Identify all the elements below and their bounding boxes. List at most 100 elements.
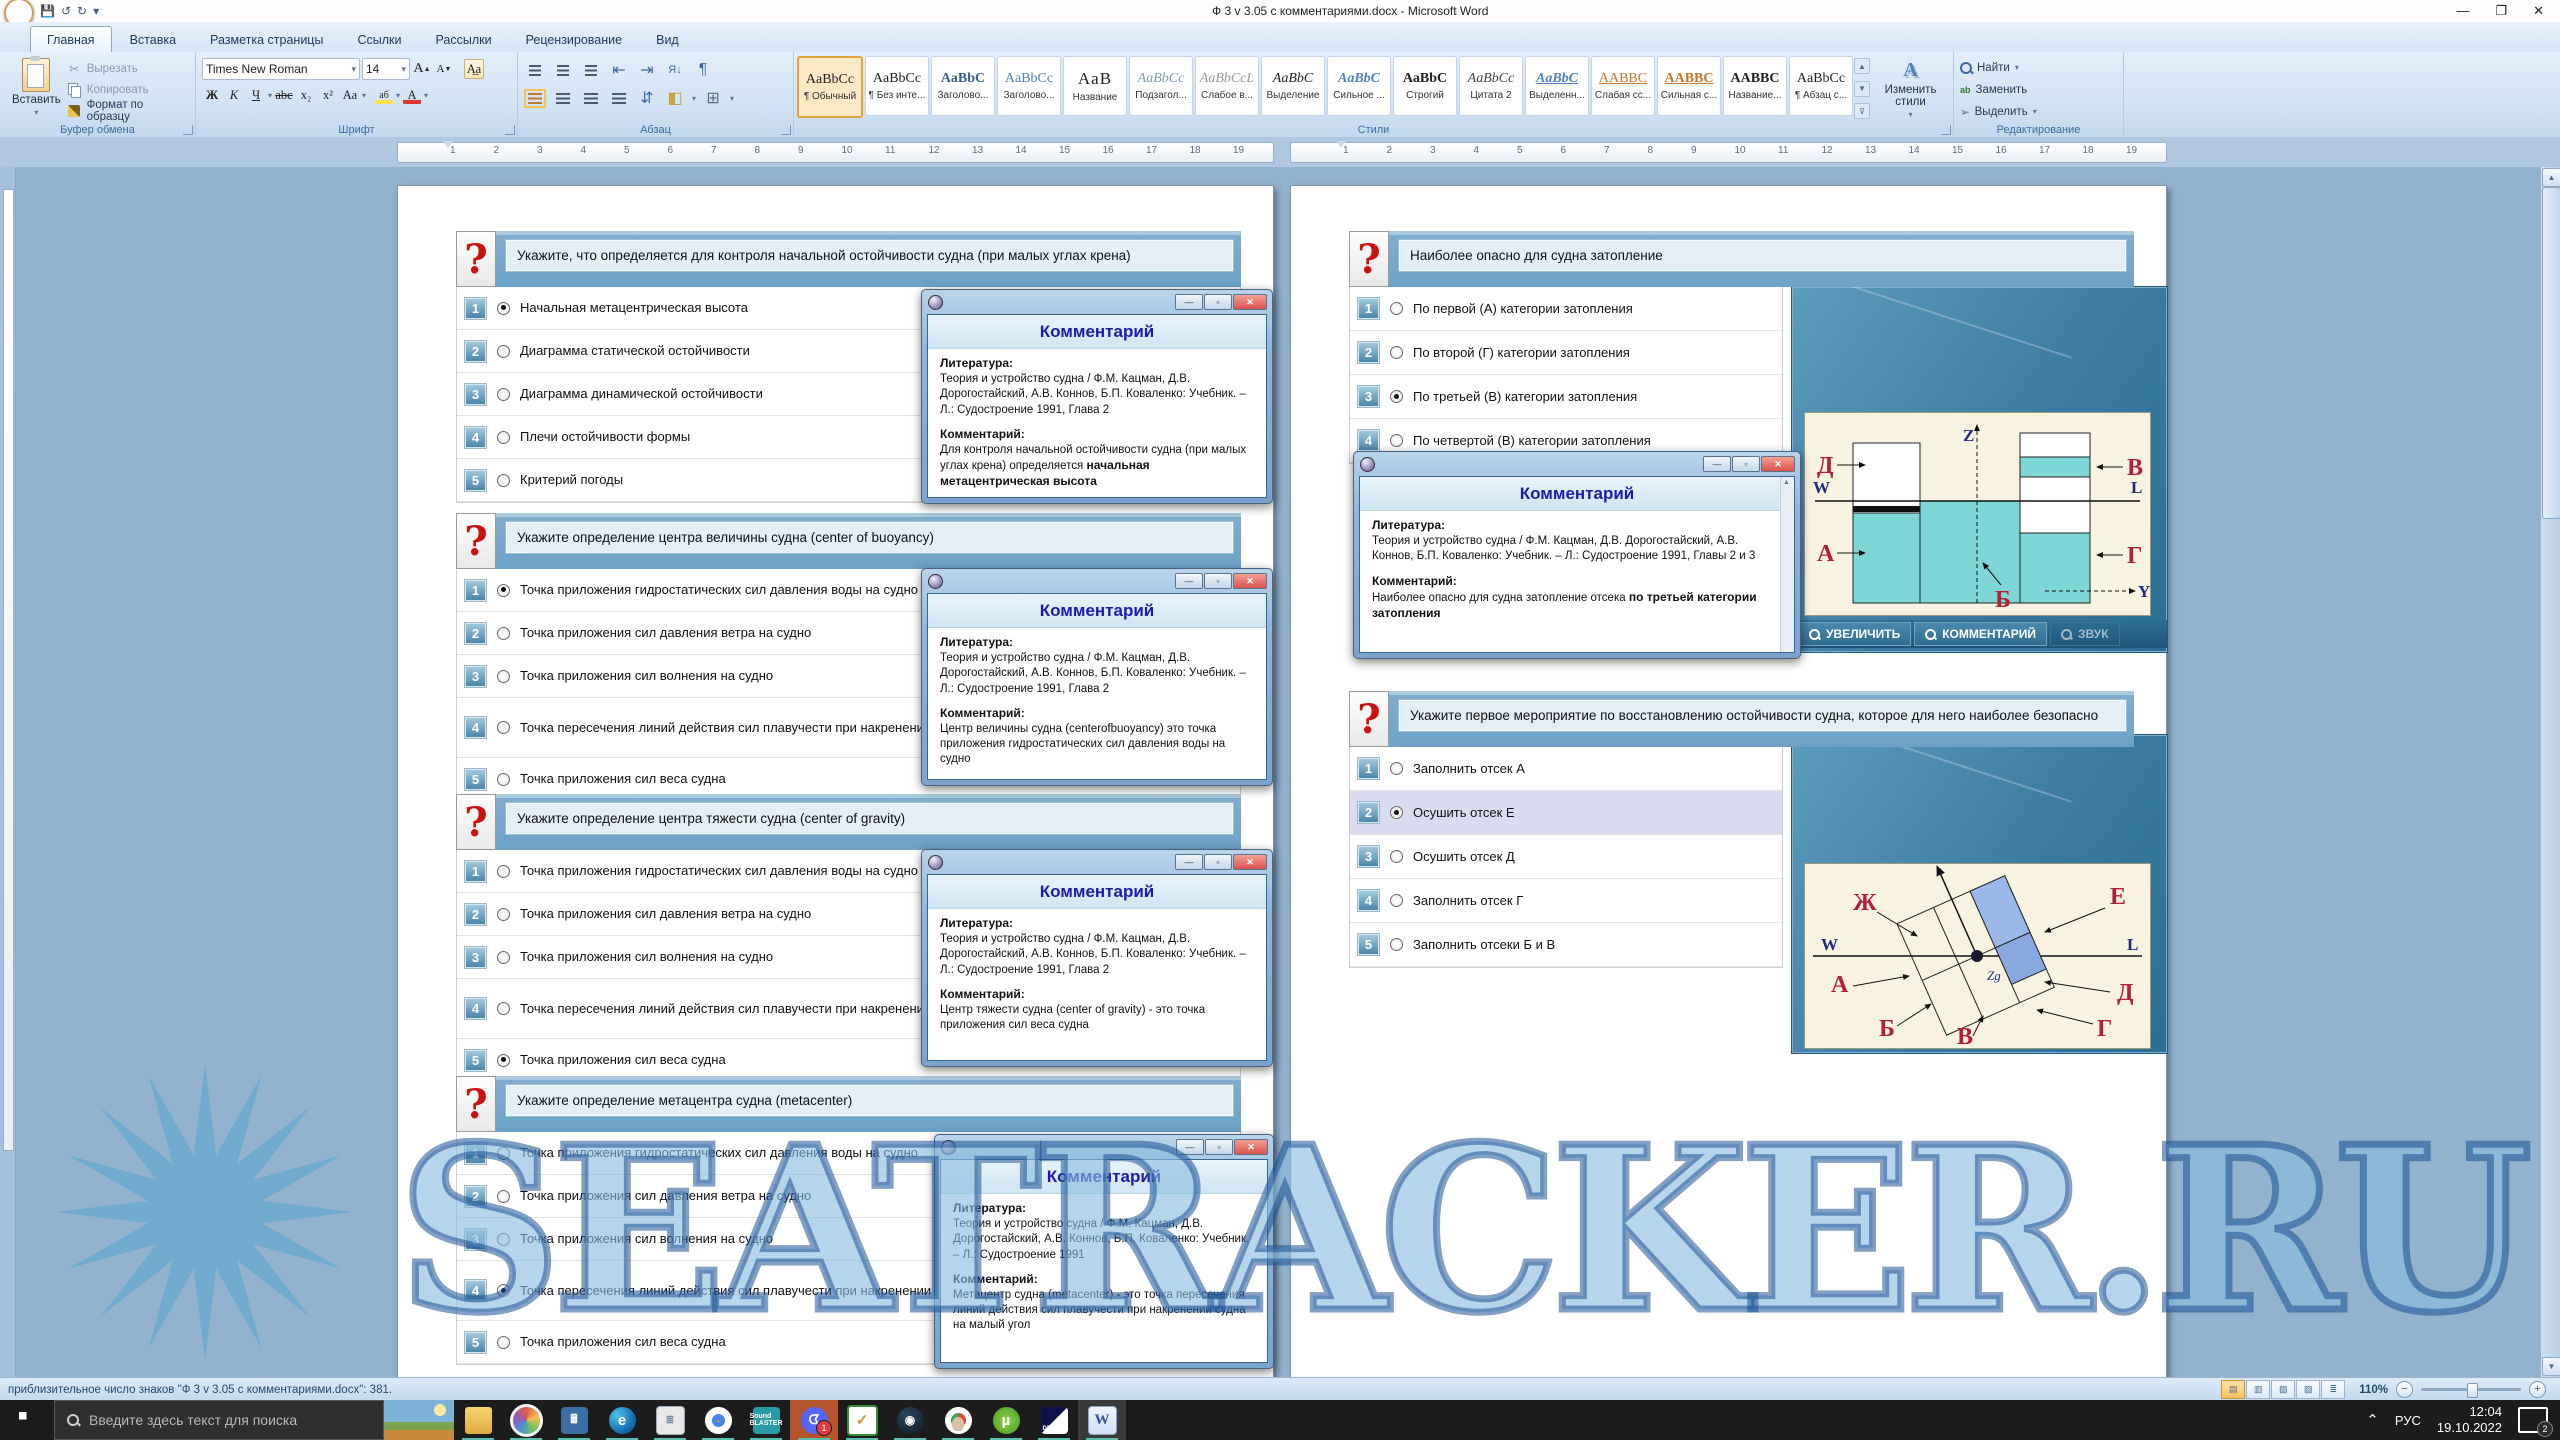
taskbar-icon-discord[interactable]: ᗧ1	[790, 1400, 838, 1440]
select-button[interactable]: ➢Выделить▾	[1960, 102, 2117, 121]
styles-gallery-scroll[interactable]: ▲▼⊽	[1854, 54, 1870, 123]
radio-unselected[interactable]	[497, 474, 510, 487]
tab-главная[interactable]: Главная	[30, 26, 112, 52]
zoom-level[interactable]: 110%	[2359, 1384, 2388, 1396]
comment-close-button[interactable]: ✕	[1233, 294, 1267, 310]
comment-window[interactable]: —▫✕КомментарийЛитература:Теория и устрой…	[1353, 451, 1801, 659]
zoom-slider[interactable]	[2421, 1388, 2521, 1391]
style-item[interactable]: AaBbCСтрогий	[1393, 56, 1457, 116]
styles-dialog-launcher[interactable]	[1941, 125, 1951, 135]
font-size-combo[interactable]: 14▾	[362, 58, 410, 80]
radio-selected[interactable]	[1390, 390, 1403, 403]
comment-close-button[interactable]: ✕	[1761, 456, 1795, 472]
redo-icon[interactable]: ↻	[77, 3, 87, 19]
style-item[interactable]: AaBbCcПодзагол...	[1129, 56, 1193, 116]
sort-button[interactable]: Я↓	[664, 60, 686, 80]
format-painter-button[interactable]: Формат по образцу	[67, 101, 189, 121]
italic-button[interactable]: К	[224, 85, 244, 105]
underline-button[interactable]: Ч	[246, 85, 266, 105]
fullscreen-view-button[interactable]: ▥	[2246, 1380, 2270, 1399]
style-item[interactable]: AaBbCЗаголово...	[931, 56, 995, 116]
radio-unselected[interactable]	[497, 865, 510, 878]
indent-marker[interactable]	[443, 141, 453, 148]
align-right-button[interactable]	[580, 88, 602, 108]
style-item[interactable]: AaBbCcЗаголово...	[997, 56, 1061, 116]
tab-вставка[interactable]: Вставка	[114, 27, 192, 52]
taskbar-icon-utorrent[interactable]: µ	[982, 1400, 1030, 1440]
paste-button[interactable]: Вставить▾	[6, 56, 67, 123]
comment-maximize-button[interactable]: ▫	[1732, 456, 1760, 472]
font-dialog-launcher[interactable]	[505, 125, 515, 135]
comment-window[interactable]: —▫✕КомментарийЛитература:Теория и устрой…	[921, 568, 1273, 786]
font-name-combo[interactable]: Times New Roman▾	[202, 58, 360, 80]
tray-chevron-icon[interactable]: ⌃	[2366, 1411, 2379, 1429]
comment-maximize-button[interactable]: ▫	[1204, 573, 1232, 589]
show-marks-button[interactable]: ¶	[692, 60, 714, 80]
comment-minimize-button[interactable]: —	[1703, 456, 1731, 472]
shading-button[interactable]: ◧	[664, 88, 686, 108]
bullets-button[interactable]	[524, 60, 546, 80]
multilevel-list-button[interactable]	[580, 60, 602, 80]
notification-center-icon[interactable]: 2	[2518, 1407, 2548, 1433]
vertical-ruler[interactable]	[0, 167, 16, 1377]
answer-option[interactable]: 2По второй (Г) категории затопления	[1350, 331, 1782, 375]
scrollbar-thumb[interactable]	[2542, 187, 2560, 519]
style-item[interactable]: AaBbCc¶ Абзац с...	[1789, 56, 1853, 116]
style-item[interactable]: AaBbCВыделение	[1261, 56, 1325, 116]
minimize-button[interactable]: —	[2456, 3, 2469, 19]
radio-unselected[interactable]	[497, 773, 510, 786]
zoom-out-button[interactable]: −	[2396, 1381, 2413, 1398]
save-icon[interactable]: 💾	[40, 3, 55, 19]
taskbar-icon-ticktick[interactable]: ✓	[838, 1400, 886, 1440]
comment-scrollbar[interactable]	[1780, 477, 1794, 652]
align-center-button[interactable]	[552, 88, 574, 108]
comment-maximize-button[interactable]: ▫	[1204, 294, 1232, 310]
answer-option[interactable]: 3Осушить отсек Д	[1350, 835, 1782, 879]
answer-option[interactable]: 3По третьей (В) категории затопления	[1350, 375, 1782, 419]
answer-option[interactable]: 4Заполнить отсек Г	[1350, 879, 1782, 923]
radio-unselected[interactable]	[1390, 302, 1403, 315]
style-item[interactable]: AaBbCc¶ Обычный	[797, 56, 863, 118]
radio-selected[interactable]	[1390, 806, 1403, 819]
zoom-in-button[interactable]: +	[2529, 1381, 2546, 1398]
print-layout-view-button[interactable]: ▤	[2221, 1380, 2245, 1399]
draft-view-button[interactable]: ≣	[2321, 1380, 2345, 1399]
comment-minimize-button[interactable]: —	[1175, 294, 1203, 310]
shrink-font-button[interactable]: А▼	[434, 59, 454, 79]
start-button[interactable]	[0, 1400, 54, 1440]
subscript-button[interactable]: x₂	[296, 85, 316, 105]
comment-minimize-button[interactable]: —	[1175, 573, 1203, 589]
tab-вид[interactable]: Вид	[640, 27, 695, 52]
radio-selected[interactable]	[497, 302, 510, 315]
scroll-down-arrow[interactable]: ▼	[2542, 1357, 2560, 1376]
taskbar-icon-explorer[interactable]	[454, 1400, 502, 1440]
borders-button[interactable]: ⊞	[702, 88, 724, 108]
qat-dropdown-icon[interactable]: ▾	[93, 3, 99, 19]
restore-button[interactable]: ❐	[2495, 3, 2507, 19]
style-item[interactable]: AaBНазвание	[1063, 56, 1127, 116]
answer-option[interactable]: 1По первой (А) категории затопления	[1350, 287, 1782, 331]
image-button-zoom[interactable]: УВЕЛИЧИТЬ	[1798, 622, 1911, 646]
taskbar-icon-soundblaster[interactable]: SoundBLASTER	[742, 1400, 790, 1440]
style-item[interactable]: AaBbCВыделенн...	[1525, 56, 1589, 116]
radio-unselected[interactable]	[497, 1002, 510, 1015]
answer-option[interactable]: 2Осушить отсек Е	[1350, 791, 1782, 835]
taskbar-icon-chrome-profile[interactable]	[934, 1400, 982, 1440]
copy-button[interactable]: Копировать	[67, 80, 189, 100]
line-spacing-button[interactable]: ⇵	[636, 88, 658, 108]
comment-close-button[interactable]: ✕	[1233, 854, 1267, 870]
radio-unselected[interactable]	[1390, 434, 1403, 447]
clock[interactable]: 12:04 19.10.2022	[2437, 1404, 2502, 1437]
strikethrough-button[interactable]: abc	[274, 85, 294, 105]
taskbar-icon-paint[interactable]	[502, 1400, 550, 1440]
radio-unselected[interactable]	[497, 345, 510, 358]
radio-unselected[interactable]	[1390, 762, 1403, 775]
cut-button[interactable]: ✂Вырезать	[67, 59, 189, 79]
radio-unselected[interactable]	[1390, 938, 1403, 951]
comment-minimize-button[interactable]: —	[1175, 854, 1203, 870]
highlight-color-button[interactable]: аб	[374, 85, 394, 105]
language-indicator[interactable]: РУС	[2395, 1413, 2421, 1428]
radio-unselected[interactable]	[1390, 850, 1403, 863]
paragraph-dialog-launcher[interactable]	[781, 125, 791, 135]
taskbar-search-input[interactable]: Введите здесь текст для поиска	[54, 1400, 384, 1440]
